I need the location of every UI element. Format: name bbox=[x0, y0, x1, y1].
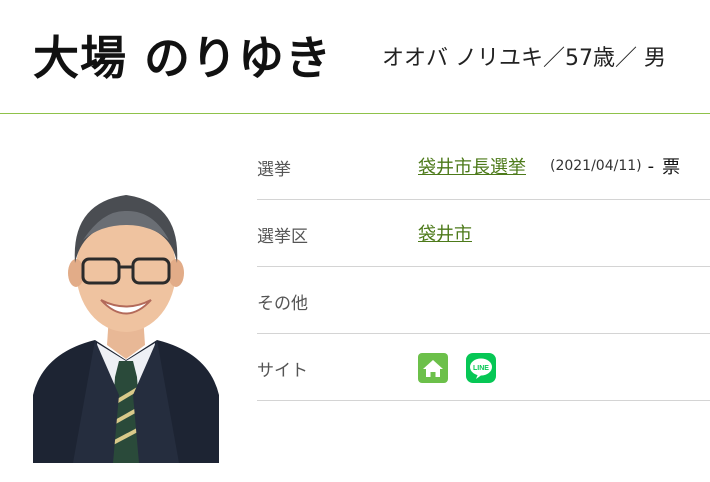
election-date: (2021/04/11) bbox=[550, 158, 642, 174]
profile-row-election: 選挙 袋井市長選挙 (2021/04/11) - 票 bbox=[257, 133, 710, 200]
candidate-kana-age-gender: オオバ ノリユキ／57歳／ 男 bbox=[382, 46, 666, 71]
vote-count-placeholder: - bbox=[647, 155, 655, 177]
candidate-photo bbox=[33, 155, 219, 463]
header-divider bbox=[0, 113, 710, 114]
profile-row-other: その他 bbox=[257, 267, 710, 334]
row-value: 袋井市 bbox=[418, 220, 472, 246]
row-label: 選挙 bbox=[257, 160, 291, 180]
line-icon-text: LINE bbox=[473, 365, 489, 372]
profile-row-district: 選挙区 袋井市 bbox=[257, 200, 710, 267]
candidate-name: 大場 のりゆき bbox=[33, 31, 333, 85]
line-icon[interactable]: LINE bbox=[466, 353, 496, 383]
profile-row-sites: サイト LINE bbox=[257, 334, 710, 401]
row-label: その他 bbox=[257, 294, 308, 314]
row-value: LINE bbox=[418, 353, 514, 383]
candidate-header: 大場 のりゆき オオバ ノリユキ／57歳／ 男 bbox=[0, 0, 710, 114]
row-value: 袋井市長選挙 (2021/04/11) - 票 bbox=[418, 153, 680, 179]
row-label: 選挙区 bbox=[257, 227, 308, 247]
row-label: サイト bbox=[257, 361, 308, 381]
home-icon[interactable] bbox=[418, 353, 448, 383]
votes-unit: 票 bbox=[662, 157, 681, 178]
profile-table: 選挙 袋井市長選挙 (2021/04/11) - 票 選挙区 袋井市 その他 サ… bbox=[257, 133, 710, 401]
district-link[interactable]: 袋井市 bbox=[418, 220, 472, 246]
election-link[interactable]: 袋井市長選挙 bbox=[418, 153, 526, 179]
